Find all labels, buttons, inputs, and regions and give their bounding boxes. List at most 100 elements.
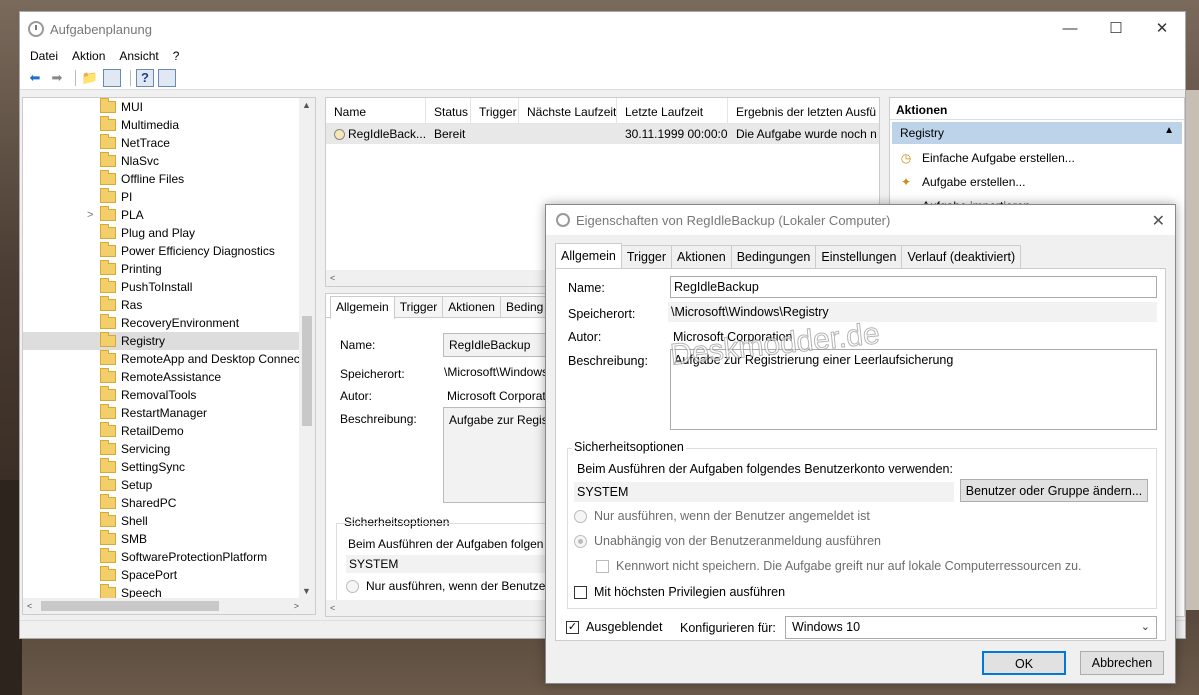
tree-item[interactable]: SpacePort bbox=[23, 566, 315, 584]
cancel-button[interactable]: Abbrechen bbox=[1080, 651, 1164, 675]
show-hide-tree-icon[interactable] bbox=[103, 68, 121, 87]
folder-icon bbox=[100, 476, 116, 491]
maximize-button[interactable]: ☐ bbox=[1093, 12, 1139, 44]
tree-item[interactable]: RemoteApp and Desktop Connecti bbox=[23, 350, 315, 368]
radio-logged-on[interactable] bbox=[574, 509, 587, 523]
dialog-title: Eigenschaften von RegIdleBackup (Lokaler… bbox=[576, 212, 891, 228]
scroll-thumb[interactable] bbox=[302, 316, 312, 426]
tree-item[interactable]: SMB bbox=[23, 530, 315, 548]
tree-item[interactable]: > PLA bbox=[23, 206, 315, 224]
radio-independent[interactable] bbox=[574, 534, 587, 548]
dialog-tab-trigger[interactable]: Trigger bbox=[620, 245, 673, 268]
menu-help[interactable]: ? bbox=[173, 49, 180, 63]
tree-item[interactable]: Setup bbox=[23, 476, 315, 494]
scroll-down-icon[interactable]: ▼ bbox=[302, 586, 311, 596]
scroll-left-icon[interactable]: < bbox=[330, 603, 335, 613]
tree-item[interactable]: RemovalTools bbox=[23, 386, 315, 404]
tree-item[interactable]: PI bbox=[23, 188, 315, 206]
close-button[interactable]: ✕ bbox=[1139, 12, 1185, 44]
tab-trigger[interactable]: Trigger bbox=[393, 296, 444, 317]
forward-arrow-icon[interactable]: ➡ bbox=[48, 69, 66, 87]
radio-logged-on-row[interactable]: Nur ausführen, wenn der Benutzer angemel… bbox=[574, 509, 870, 523]
highest-privileges-checkbox[interactable] bbox=[574, 585, 587, 599]
action-create-task[interactable]: ✦ Aufgabe erstellen... bbox=[890, 170, 1184, 194]
minimize-button[interactable]: — bbox=[1047, 12, 1093, 44]
highest-privileges-row[interactable]: Mit höchsten Privilegien ausführen bbox=[574, 585, 785, 599]
tab-conditions[interactable]: Beding bbox=[499, 296, 550, 317]
column-status[interactable]: Status bbox=[426, 98, 471, 123]
scroll-left-icon[interactable]: < bbox=[330, 273, 335, 283]
hidden-row[interactable]: ✓ Ausgeblendet bbox=[566, 620, 662, 634]
tree-item[interactable]: SettingSync bbox=[23, 458, 315, 476]
column-next-run[interactable]: Nächste Laufzeit bbox=[519, 98, 617, 123]
folder-icon bbox=[100, 350, 116, 365]
column-name[interactable]: Name bbox=[326, 98, 426, 123]
wizard-icon: ◷ bbox=[900, 151, 912, 165]
scroll-up-icon[interactable]: ▲ bbox=[302, 100, 311, 110]
actions-title: Aktionen bbox=[890, 98, 1184, 120]
tree-item[interactable]: RetailDemo bbox=[23, 422, 315, 440]
expand-icon[interactable]: > bbox=[87, 209, 93, 221]
dialog-tab-settings[interactable]: Einstellungen bbox=[815, 245, 903, 268]
tree-item[interactable]: Servicing bbox=[23, 440, 315, 458]
up-folder-icon[interactable]: 📁 bbox=[81, 69, 99, 87]
column-last-result[interactable]: Ergebnis der letzten Ausfü bbox=[728, 98, 879, 123]
scroll-right-icon[interactable]: > bbox=[294, 601, 299, 611]
tree-horizontal-scrollbar[interactable]: < > bbox=[23, 598, 315, 614]
dialog-tab-actions[interactable]: Aktionen bbox=[671, 245, 732, 268]
menu-aktion[interactable]: Aktion bbox=[72, 49, 105, 63]
chevron-down-icon: ⌄ bbox=[1140, 621, 1150, 633]
tree-item[interactable]: Ras bbox=[23, 296, 315, 314]
tree-item[interactable]: NetTrace bbox=[23, 134, 315, 152]
tree-item[interactable]: PushToInstall bbox=[23, 278, 315, 296]
table-row[interactable]: RegIdleBack... Bereit 30.11.1999 00:00:0… bbox=[326, 124, 879, 144]
radio-independent-row[interactable]: Unabhängig von der Benutzeranmeldung aus… bbox=[574, 534, 881, 548]
back-arrow-icon[interactable]: ⬅ bbox=[26, 69, 44, 87]
dialog-tab-conditions[interactable]: Bedingungen bbox=[730, 245, 817, 268]
ok-button[interactable]: OK bbox=[982, 651, 1066, 675]
actions-section-registry[interactable]: Registry ▲ bbox=[892, 122, 1182, 144]
dialog-tab-history[interactable]: Verlauf (deaktiviert) bbox=[901, 245, 1022, 268]
tree-item[interactable]: RecoveryEnvironment bbox=[23, 314, 315, 332]
column-last-run[interactable]: Letzte Laufzeit bbox=[617, 98, 728, 123]
no-password-row[interactable]: Kennwort nicht speichern. Die Aufgabe gr… bbox=[596, 559, 1082, 573]
hidden-checkbox[interactable]: ✓ bbox=[566, 620, 579, 634]
dialog-tab-general[interactable]: Allgemein bbox=[555, 243, 622, 268]
tree-item[interactable]: SharedPC bbox=[23, 494, 315, 512]
show-action-pane-icon[interactable] bbox=[158, 68, 176, 87]
radio-logged-on[interactable] bbox=[346, 579, 359, 593]
action-create-basic-task[interactable]: ◷ Einfache Aufgabe erstellen... bbox=[890, 146, 1184, 170]
folder-icon bbox=[100, 512, 116, 527]
dialog-name-field[interactable]: RegIdleBackup bbox=[670, 276, 1157, 298]
configure-select[interactable]: Windows 10 ⌄ bbox=[785, 616, 1157, 639]
tree-item[interactable]: MUI bbox=[23, 98, 315, 116]
tab-actions[interactable]: Aktionen bbox=[442, 296, 501, 317]
tree-item[interactable]: NlaSvc bbox=[23, 152, 315, 170]
change-user-button[interactable]: Benutzer oder Gruppe ändern... bbox=[960, 479, 1148, 502]
tree-item[interactable]: Multimedia bbox=[23, 116, 315, 134]
tree-item[interactable]: RemoteAssistance bbox=[23, 368, 315, 386]
radio-logged-on-label: Nur ausführen, wenn der Benutzer angemel… bbox=[594, 509, 870, 523]
tree-item[interactable]: Printing bbox=[23, 260, 315, 278]
menu-ansicht[interactable]: Ansicht bbox=[119, 49, 158, 63]
radio-logged-on-row[interactable]: Nur ausführen, wenn der Benutzer bbox=[346, 579, 549, 593]
tree-vertical-scrollbar[interactable]: ▲ ▼ bbox=[299, 98, 315, 614]
dialog-close-icon[interactable]: ✕ bbox=[1152, 211, 1165, 231]
column-trigger[interactable]: Trigger bbox=[471, 98, 519, 123]
tree-item[interactable]: Shell bbox=[23, 512, 315, 530]
tree-item[interactable]: RestartManager bbox=[23, 404, 315, 422]
tree-item[interactable]: SoftwareProtectionPlatform bbox=[23, 548, 315, 566]
scroll-left-icon[interactable]: < bbox=[27, 601, 32, 611]
tree-item[interactable]: Power Efficiency Diagnostics bbox=[23, 242, 315, 260]
tree-item[interactable]: Plug and Play bbox=[23, 224, 315, 242]
no-password-checkbox[interactable] bbox=[596, 559, 609, 573]
collapse-icon[interactable]: ▲ bbox=[1164, 125, 1174, 136]
tree-item[interactable]: Registry bbox=[23, 332, 315, 350]
account-value: SYSTEM bbox=[346, 555, 566, 573]
help-icon[interactable]: ? bbox=[136, 68, 154, 87]
scroll-thumb[interactable] bbox=[41, 601, 219, 611]
tree-item[interactable]: Offline Files bbox=[23, 170, 315, 188]
menu-datei[interactable]: Datei bbox=[30, 49, 58, 63]
location-label: Speicherort: bbox=[340, 367, 405, 381]
tab-general[interactable]: Allgemein bbox=[330, 296, 395, 319]
